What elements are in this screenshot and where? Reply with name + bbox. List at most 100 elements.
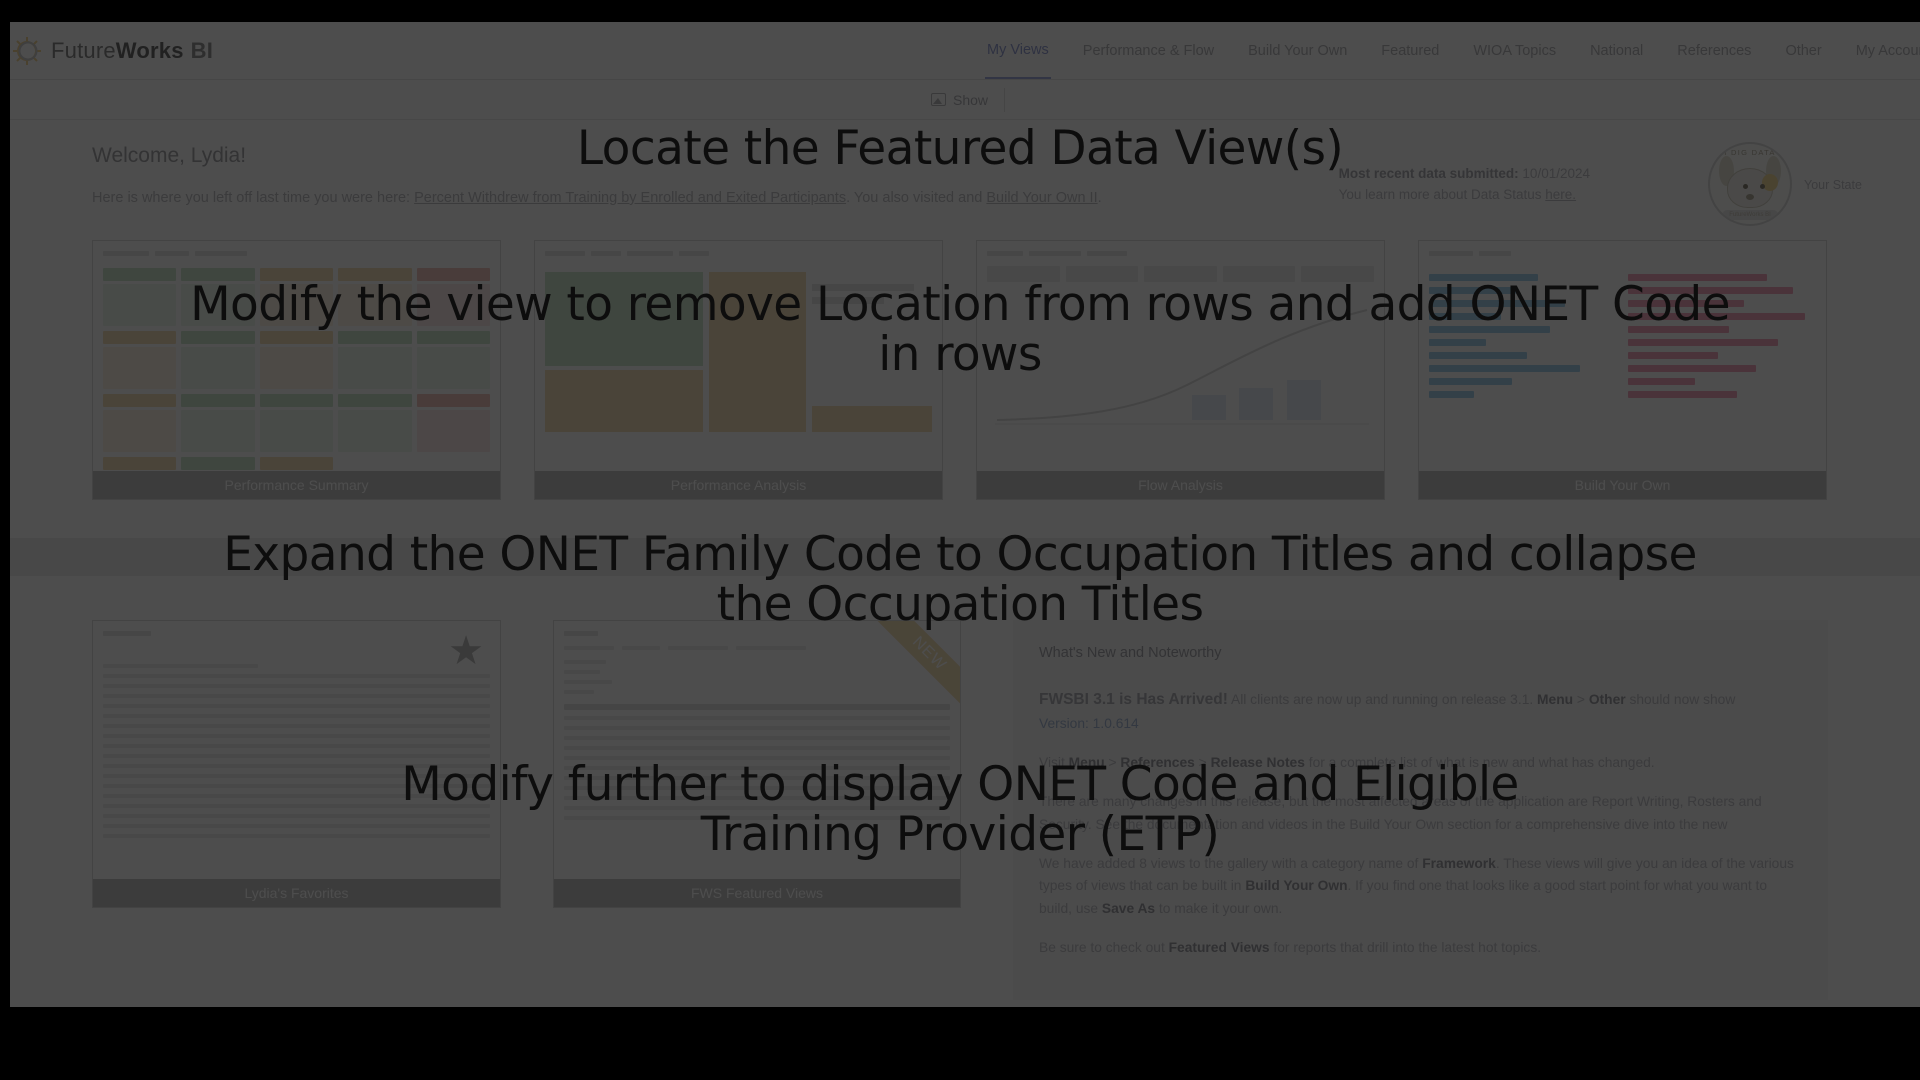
second-card-row: ★ Lydia's Favorites NEW FWS Featured Vie…	[0, 576, 1920, 1001]
brand-part-2: Works	[115, 37, 184, 63]
new-ribbon: NEW	[868, 621, 960, 713]
visit-text: Visit	[1039, 754, 1069, 770]
performance-analysis-thumbnail	[535, 241, 942, 471]
byo-word: Build Your Own	[1245, 878, 1348, 894]
data-status-block: Most recent data submitted: 10/01/2024 Y…	[1339, 164, 1590, 206]
thumbnail-art: ★	[93, 621, 500, 879]
thumb-kpis	[987, 266, 1374, 288]
version-label: Version: 1.0.614	[1039, 715, 1139, 731]
whats-new-panel: What's New and Noteworthy FWSBI 3.1 is H…	[1013, 620, 1828, 1001]
nav-item-my-views[interactable]: My Views	[985, 24, 1051, 79]
sub-toolbar: Show	[0, 80, 1920, 120]
thumb-matrix	[103, 268, 490, 471]
thumb-treemap	[545, 272, 932, 432]
thumb-topbar	[987, 249, 1374, 258]
data-submitted-label: Most recent data submitted:	[1338, 166, 1519, 181]
nav-item-national[interactable]: National	[1588, 25, 1645, 78]
resume-prefix: Here is where you left off last time you…	[92, 190, 415, 206]
gallery-text-d: to make it your own.	[1155, 900, 1283, 916]
card-lydias-favorites[interactable]: ★ Lydia's Favorites	[92, 620, 501, 908]
show-button[interactable]: Show	[915, 87, 1006, 112]
brand-part-3: BI	[190, 37, 214, 63]
release-notes-word: Release Notes	[1210, 754, 1305, 770]
whats-new-paragraph-3: There are many changes in this release, …	[1039, 794, 1762, 832]
bottom-letterbox	[0, 1007, 1920, 1080]
gallery-text-a: We have added 8 views to the gallery wit…	[1039, 855, 1423, 871]
card-flow-analysis[interactable]: Flow Analysis	[976, 240, 1385, 500]
card-label: Lydia's Favorites	[93, 879, 500, 907]
left-edge-bar	[0, 22, 10, 1007]
dog-eye-right-icon	[1760, 184, 1765, 189]
section-divider-band	[0, 538, 1920, 576]
gear-sun-icon	[10, 34, 44, 68]
show-button-label: Show	[952, 91, 989, 108]
nav-item-build-your-own[interactable]: Build Your Own	[1246, 25, 1349, 78]
data-status-prefix: You learn more about Data Status	[1338, 186, 1546, 202]
data-status-line: You learn more about Data Status here.	[1339, 185, 1590, 206]
thumbnail-art	[1419, 241, 1826, 471]
nav-item-wioa-topics[interactable]: WIOA Topics	[1471, 25, 1558, 78]
card-label: Build Your Own	[1419, 471, 1826, 499]
release-text-a: All clients are now up and running on re…	[1227, 692, 1538, 708]
image-icon	[930, 93, 946, 106]
brand-logo[interactable]: FutureWorks BI	[10, 34, 213, 68]
visit-text-b: for a complete list of what is new and w…	[1304, 754, 1655, 770]
resume-link-2[interactable]: Build Your Own II	[986, 190, 1097, 206]
whats-new-heading: What's New and Noteworthy	[1039, 645, 1222, 661]
nav-item-other[interactable]: Other	[1783, 25, 1823, 78]
top-letterbox	[0, 0, 1920, 22]
whats-new-paragraph-4: We have added 8 views to the gallery wit…	[1039, 853, 1798, 920]
menu-sep: >	[1573, 692, 1589, 708]
welcome-section: Welcome, Lydia! Here is where you left o…	[0, 120, 1920, 240]
data-submitted-date: 10/01/2024	[1522, 166, 1590, 181]
page-title: Welcome, Lydia!	[92, 144, 247, 167]
whats-new-paragraph-2: Visit Menu > References > Release Notes …	[1039, 752, 1798, 774]
favorites-thumbnail: ★	[93, 621, 500, 879]
card-performance-analysis[interactable]: Performance Analysis	[534, 240, 943, 500]
whats-new-paragraph-1: FWSBI 3.1 is Has Arrived! All clients ar…	[1039, 687, 1798, 734]
badge-foot-text: FutureWorks BI	[1722, 210, 1778, 220]
card-performance-summary[interactable]: Performance Summary	[92, 240, 501, 500]
sep-2: >	[1194, 754, 1211, 770]
nav-item-references[interactable]: References	[1675, 25, 1753, 78]
resume-text: Here is where you left off last time you…	[92, 190, 1920, 206]
thumb-table	[564, 704, 950, 820]
other-word: Other	[1588, 692, 1626, 708]
thumb-topbar	[103, 629, 490, 638]
star-icon: ★	[448, 629, 484, 673]
flow-analysis-thumbnail	[977, 241, 1384, 471]
nav-links: My Views Performance & Flow Build Your O…	[985, 22, 1920, 80]
nav-item-my-account[interactable]: My Account	[1854, 25, 1920, 78]
sep-1: >	[1104, 754, 1121, 770]
i-dig-data-dog-icon: I DIG DATA FutureWorks BI	[1708, 142, 1792, 226]
card-fws-featured-views[interactable]: NEW FWS Featured Views	[553, 620, 961, 908]
dog-nose-icon	[1746, 194, 1754, 200]
top-navbar: FutureWorks BI My Views Performance & Flo…	[0, 22, 1920, 80]
thumbnail-art	[977, 241, 1384, 471]
menu-word-2: Menu	[1068, 754, 1105, 770]
nav-item-performance-flow[interactable]: Performance & Flow	[1081, 25, 1216, 78]
nav-item-featured[interactable]: Featured	[1379, 25, 1441, 78]
thumb-list	[103, 664, 490, 838]
app-root: FutureWorks BI My Views Performance & Flo…	[0, 0, 1920, 1080]
dog-patch-icon	[1762, 174, 1778, 191]
framework-word: Framework	[1422, 855, 1496, 871]
card-build-your-own[interactable]: Build Your Own	[1418, 240, 1827, 500]
badge-ring-text: I DIG DATA	[1724, 148, 1776, 157]
references-word: References	[1120, 754, 1195, 770]
build-your-own-thumbnail	[1419, 241, 1826, 471]
thumbnail-art	[93, 241, 500, 471]
your-state-label: Your State	[1804, 178, 1862, 192]
featured-text-a: Be sure to check out	[1039, 940, 1169, 955]
resume-link-1[interactable]: Percent Withdrew from Training by Enroll…	[414, 190, 846, 206]
thumb-line-chart	[995, 309, 1369, 425]
application-page: FutureWorks BI My Views Performance & Flo…	[0, 22, 1920, 1007]
resume-middle: . You also visited and	[846, 190, 987, 206]
featured-views-word: Featured Views	[1168, 940, 1270, 955]
dog-eye-left-icon	[1743, 184, 1748, 189]
data-status-link[interactable]: here.	[1545, 187, 1576, 202]
featured-card-row: Performance Summary Performance Analysis…	[0, 240, 1920, 500]
save-as-word: Save As	[1101, 900, 1156, 916]
state-badge-wrap: I DIG DATA FutureWorks BI Your State	[1708, 142, 1862, 226]
featured-text-b: for reports that drill into the latest h…	[1269, 940, 1542, 955]
